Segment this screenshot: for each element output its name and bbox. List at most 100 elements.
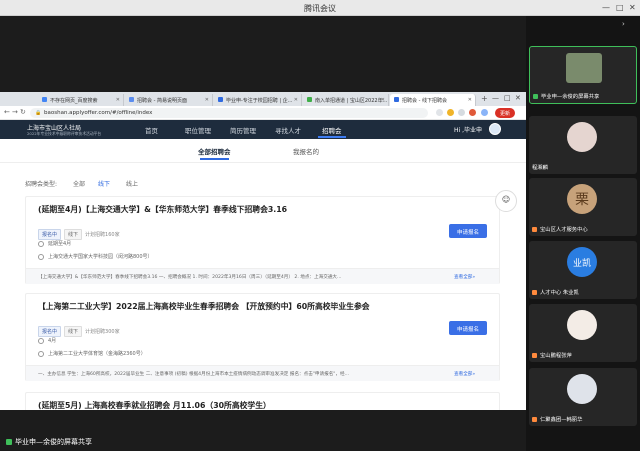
tab-favicon-icon: [218, 97, 223, 102]
card-place: 上海交通大学国家大学科技园（闵河路800号）: [38, 253, 153, 260]
mic-muted-icon: [532, 290, 537, 295]
participant-name-text: 仁聚鑫团—韩丽华: [540, 417, 583, 423]
tab-favicon-icon: [129, 97, 134, 102]
new-tab-icon[interactable]: +: [481, 94, 488, 103]
card-date: 4月: [38, 337, 56, 344]
screen-share-label: 毕业申—余俊的屏幕共享: [6, 437, 92, 447]
close-icon[interactable]: ✕: [629, 3, 636, 12]
tab-label: 毕业申-专注于校园招聘 | 企...: [226, 98, 293, 104]
apply-button[interactable]: 申请报名: [449, 224, 487, 238]
extension-icon[interactable]: [436, 109, 443, 116]
tab-all-fairs[interactable]: 全部招聘会: [198, 146, 231, 160]
nav-home[interactable]: 首页: [145, 125, 158, 135]
description-text: 【上海交通大学】&【华东师范大学】春季线下招聘会3.16 一、招聘会概况 1. …: [38, 275, 342, 280]
nav-find-talent[interactable]: 寻找人才: [275, 125, 301, 135]
participant-tile[interactable]: 业凯 人才中心 朱业凯: [529, 241, 637, 299]
share-label-text: 毕业申—余俊的屏幕共享: [15, 438, 92, 446]
back-icon[interactable]: ←: [4, 108, 10, 116]
card-title[interactable]: (延期至5月) 上海高校春季就业招聘会 月11.06（30所高校学生）: [38, 400, 271, 410]
participant-tile[interactable]: 毕业申—余俊的屏幕共享: [529, 46, 637, 104]
apply-button[interactable]: 申请报名: [449, 321, 487, 335]
participant-avatar: [567, 122, 597, 152]
date-text: 延期至4月: [48, 241, 72, 247]
participant-tile[interactable]: 栗 宝山区人才服务中心: [529, 178, 637, 236]
card-date: 延期至4月: [38, 240, 71, 247]
participant-tile[interactable]: 程湘麟: [529, 116, 637, 174]
customer-service-icon[interactable]: ☺: [495, 190, 517, 212]
panel-toggle-icon[interactable]: ›: [622, 20, 625, 28]
browser-tabbar: 不存在网页_百度搜索 ✕ 招聘会 - 简易说明页面 ✕ 毕业申-专注于校园招聘 | …: [0, 92, 526, 106]
participant-video: [566, 53, 602, 83]
tab-favicon-icon: [394, 97, 399, 102]
card-place: 上海第二工业大学体育馆（金海路2360号）: [38, 350, 146, 357]
filter-online[interactable]: 线上: [126, 179, 138, 188]
browser-tab[interactable]: 招聘会 - 简易说明页面 ✕: [125, 94, 213, 106]
nav-job-management[interactable]: 职位管理: [185, 125, 211, 135]
profile-avatar-icon[interactable]: [481, 109, 488, 116]
tab-close-icon[interactable]: ✕: [205, 97, 209, 103]
participant-name: 宝山区人才服务中心: [532, 225, 588, 233]
job-fair-card[interactable]: (延期至4月)【上海交通大学】&【华东师范大学】春季线下招聘会3.16 报名中线…: [25, 196, 500, 284]
browser-tab[interactable]: 不存在网页_百度搜索 ✕: [38, 94, 124, 106]
card-description: 【上海交通大学】&【华东师范大学】春季线下招聘会3.16 一、招聘会概况 1. …: [26, 268, 499, 284]
card-description: 一、主办信息 学生：上海60所高校，2022届毕业生 二、注意事项 (初稿) 根…: [26, 365, 499, 381]
maximize-icon[interactable]: □: [616, 3, 624, 12]
minimize-icon[interactable]: —: [602, 3, 610, 12]
url-input[interactable]: 🔒 baoshan.applyoffer.com/#/offline/index: [30, 108, 428, 118]
window-titlebar: 腾讯会议 — □ ✕: [0, 0, 640, 16]
job-fair-card[interactable]: (延期至5月) 上海高校春季就业招聘会 月11.06（30所高校学生）: [25, 392, 500, 410]
subtabs: 全部招聘会 我报名的: [0, 139, 526, 163]
tab-close-icon[interactable]: ✕: [468, 97, 472, 103]
address-bar-row: ← → ↻ 🔒 baoshan.applyoffer.com/#/offline/…: [0, 106, 526, 120]
browser-close-icon[interactable]: ✕: [515, 94, 521, 102]
browser-tab[interactable]: 毕业申-专注于校园招聘 | 企... ✕: [214, 94, 302, 106]
participant-name: 人才中心 朱业凯: [532, 288, 579, 296]
browser-tab-active[interactable]: 招聘会 - 线下招聘会 ✕: [390, 94, 476, 106]
tab-close-icon[interactable]: ✕: [381, 97, 385, 103]
tab-close-icon[interactable]: ✕: [116, 97, 120, 103]
bookmark-star-icon[interactable]: [447, 109, 454, 116]
lock-icon: 🔒: [35, 110, 42, 116]
tab-label: 招聘会 - 线下招聘会: [402, 98, 447, 104]
participant-tile[interactable]: 仁聚鑫团—韩丽华: [529, 368, 637, 426]
participant-name: 仁聚鑫团—韩丽华: [532, 415, 582, 423]
tab-label: 招聘会 - 简易说明页面: [137, 98, 187, 104]
location-icon: [38, 350, 44, 357]
filter-offline[interactable]: 线下: [98, 179, 110, 188]
view-more-link[interactable]: 查看全部»: [454, 274, 475, 280]
update-button[interactable]: 更新: [495, 108, 516, 118]
extension-icon[interactable]: [469, 109, 476, 116]
type-badge: 线下: [64, 326, 83, 337]
card-title[interactable]: (延期至4月)【上海交通大学】&【华东师范大学】春季线下招聘会3.16: [38, 204, 287, 215]
status-badge: 报名中: [38, 326, 62, 337]
browser-maximize-icon[interactable]: □: [504, 94, 511, 102]
card-title[interactable]: 【上海第二工业大学】2022届上海高校毕业生春季招聘会 【开放预约中】60所高校…: [38, 301, 370, 312]
tab-label: 不存在网页_百度搜索: [50, 98, 98, 104]
user-greeting[interactable]: Hi ,毕业申: [454, 125, 482, 134]
view-more-link[interactable]: 查看全部»: [454, 371, 475, 377]
location-icon: [38, 253, 44, 260]
mic-icon: [533, 94, 538, 99]
nav-resume-management[interactable]: 简历管理: [230, 125, 256, 135]
participant-name-text: 程湘麟: [532, 165, 548, 171]
nav-job-fair[interactable]: 招聘会: [318, 125, 345, 138]
browser-minimize-icon[interactable]: —: [492, 94, 499, 102]
tab-close-icon[interactable]: ✕: [294, 97, 298, 103]
participant-name-text: 毕业申—余俊的屏幕共享: [541, 94, 600, 100]
participant-tile[interactable]: 宝山鹏程张萍: [529, 304, 637, 362]
extension-icon[interactable]: [458, 109, 465, 116]
tab-my-registrations[interactable]: 我报名的: [293, 146, 319, 156]
mic-muted-icon: [532, 417, 537, 422]
browser-tab[interactable]: 南入单招通道 | 宝山区2022年... ✕: [303, 94, 389, 106]
user-avatar[interactable]: [489, 123, 501, 135]
reload-icon[interactable]: ↻: [20, 108, 26, 116]
participants-panel: › 毕业申—余俊的屏幕共享 程湘麟 栗 宝山区人才服务中心 业凯 人才中心 朱业…: [526, 16, 640, 451]
place-text: 上海交通大学国家大学科技园（闵河路800号）: [48, 254, 153, 260]
forward-icon[interactable]: →: [12, 108, 18, 116]
participant-avatar: 业凯: [567, 247, 597, 277]
url-text: baoshan.applyoffer.com/#/offline/index: [44, 110, 153, 116]
window-title: 腾讯会议: [304, 4, 336, 13]
job-fair-card[interactable]: 【上海第二工业大学】2022届上海高校毕业生春季招聘会 【开放预约中】60所高校…: [25, 293, 500, 381]
filter-all[interactable]: 全部: [73, 179, 85, 188]
participant-name-text: 宝山区人才服务中心: [540, 227, 588, 233]
